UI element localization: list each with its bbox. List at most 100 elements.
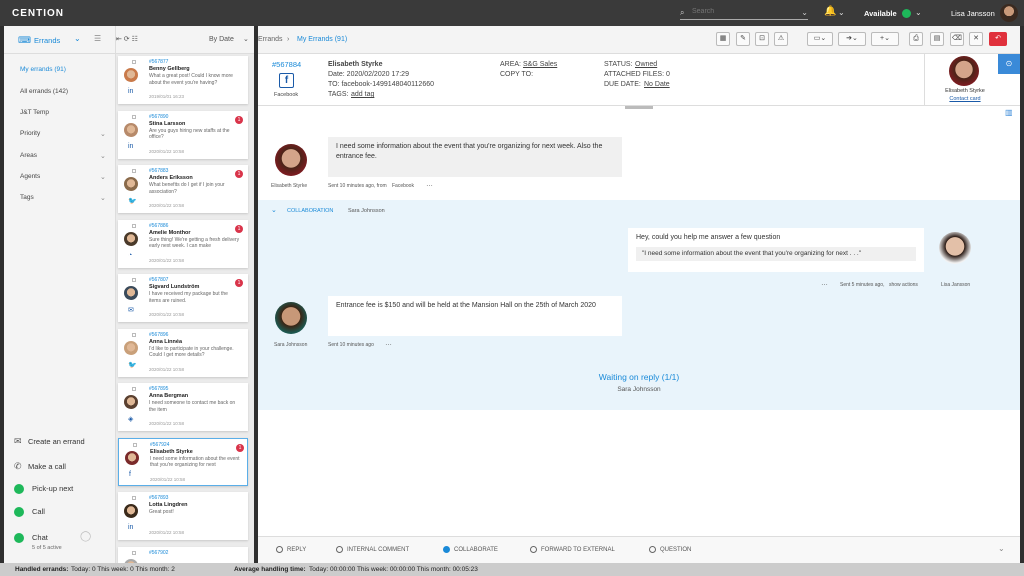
calendar-button[interactable]: ▦ (716, 32, 730, 46)
more-icon[interactable]: … (821, 280, 828, 287)
save-button[interactable]: ▤ (930, 32, 944, 46)
errand-card[interactable]: ✉ #567807 Sigvard Lundström I have received… (118, 274, 248, 322)
return-button[interactable]: ↶ (989, 32, 1007, 46)
errand-card[interactable]: in #567893 Lotta Lingdren Great post! 2020/0… (118, 492, 248, 540)
card-id[interactable]: #567895 (149, 386, 168, 392)
forward-button[interactable]: ➔⌄ (838, 32, 866, 46)
chevron-down-icon[interactable]: ⌄ (271, 206, 277, 214)
show-actions-link[interactable]: show actions (889, 282, 918, 288)
forward-external-option[interactable]: FORWARD TO EXTERNAL (530, 546, 615, 553)
card-id[interactable]: #567886 (149, 223, 168, 229)
nav-item-priority[interactable]: Priority (20, 130, 40, 137)
global-search[interactable]: ⌕ ⌄ (680, 6, 808, 20)
side-panel-icon[interactable]: ⊙ (998, 54, 1020, 74)
user-avatar[interactable] (1000, 4, 1018, 22)
pin-button[interactable]: ✎ (736, 32, 750, 46)
chevron-down-icon[interactable]: ⌄ (998, 544, 1005, 553)
nav-item-all-errands[interactable]: All errands (142) (20, 88, 68, 95)
breadcrumb-current[interactable]: My Errands (91) (297, 36, 347, 43)
chevron-down-icon[interactable]: ⌄ (74, 34, 81, 43)
chat-bubble-icon[interactable]: ◯ (80, 531, 91, 542)
nav-item-areas[interactable]: Areas (20, 152, 37, 159)
search-input[interactable] (692, 8, 782, 15)
radio-icon[interactable] (276, 546, 283, 553)
lock-button[interactable]: ⊡ (755, 32, 769, 46)
card-id[interactable]: #567924 (150, 442, 169, 448)
add-tag-link[interactable]: add tag (351, 90, 374, 100)
create-errand-button[interactable]: ✉ Create an errand (14, 436, 85, 447)
select-checkbox[interactable] (132, 169, 136, 173)
chevron-down-icon[interactable]: ⌄ (100, 194, 106, 202)
area-link[interactable]: S&G Sales (523, 60, 557, 70)
select-checkbox[interactable] (132, 114, 136, 119)
chevron-down-icon[interactable]: ⌄ (243, 35, 249, 43)
list-tool-icons[interactable]: ⇤ ⟳ ☷ (116, 35, 138, 43)
toggle-indicator[interactable] (14, 533, 24, 544)
select-checkbox[interactable] (132, 60, 136, 64)
breadcrumb-root[interactable]: Errands (258, 36, 283, 43)
card-id[interactable]: #567890 (149, 114, 168, 120)
warning-button[interactable]: ⚠ (774, 32, 788, 46)
more-icon[interactable]: … (385, 340, 392, 347)
radio-icon[interactable] (336, 546, 343, 553)
radio-icon[interactable] (443, 546, 450, 553)
close-button[interactable]: ✕ (969, 32, 983, 46)
availability-dot[interactable] (902, 9, 911, 18)
nav-title[interactable]: Errands (34, 36, 60, 45)
user-name[interactable]: Lisa Jansson (951, 9, 995, 18)
card-id[interactable]: #567877 (149, 59, 168, 65)
chevron-down-icon[interactable]: ⌄ (100, 130, 106, 138)
contact-card-link[interactable]: Contact card (925, 96, 1005, 102)
errand-card[interactable]: in #567890 Stina Larsson Are you guys hirin… (118, 110, 248, 159)
reply-option[interactable]: REPLY (276, 546, 306, 553)
sort-select[interactable]: By Date (209, 36, 234, 43)
question-option[interactable]: QUESTION (649, 546, 691, 553)
availability-status[interactable]: Available (864, 9, 897, 18)
nav-item-tags[interactable]: Tags (20, 194, 34, 201)
radio-icon[interactable] (649, 546, 656, 553)
chevron-down-icon[interactable]: ⌄ (100, 152, 106, 160)
card-id[interactable]: #567893 (149, 495, 168, 501)
toggle-indicator[interactable] (14, 484, 24, 495)
card-id[interactable]: #567896 (149, 332, 168, 338)
agent-button[interactable]: +⌄ (871, 32, 899, 46)
errand-card[interactable]: #567902 (118, 546, 248, 563)
nav-item-my-errands[interactable]: My errands (91) (20, 66, 66, 73)
errand-card[interactable]: ◈ #567895 Anna Bergman I need someone to co… (118, 383, 248, 431)
toggle-indicator[interactable] (14, 507, 24, 518)
chevron-down-icon[interactable]: ⌄ (838, 8, 845, 17)
errand-card[interactable]: in #567877 Benny Gellberg What a great post… (118, 56, 248, 104)
make-call-button[interactable]: ✆ Make a call (14, 461, 66, 472)
errand-card[interactable]: 🐦 #567896 Anna Linnéa I'd like to participa… (118, 328, 248, 377)
internal-comment-option[interactable]: INTERNAL COMMENT (336, 546, 409, 553)
pickup-next-toggle[interactable]: Pick-up next (14, 484, 73, 495)
chevron-down-icon[interactable]: ⌄ (100, 173, 106, 181)
collaboration-label[interactable]: COLLABORATION (287, 208, 333, 214)
radio-icon[interactable] (530, 546, 537, 553)
card-id[interactable]: #567883 (149, 168, 168, 174)
menu-icon[interactable]: ☰ (94, 34, 101, 43)
due-date-link[interactable]: No Date (644, 80, 670, 90)
call-toggle[interactable]: Call (14, 507, 45, 518)
select-checkbox[interactable] (132, 278, 136, 282)
chevron-down-icon[interactable]: ⌄ (915, 8, 922, 17)
select-checkbox[interactable] (132, 332, 136, 337)
errand-card[interactable]: f #567924 Elisabeth Styrke I need some info… (118, 437, 248, 486)
expand-panel-icon[interactable]: ▥ (1005, 108, 1013, 117)
errand-id[interactable]: #567884 (272, 60, 301, 70)
select-checkbox[interactable] (132, 496, 136, 500)
delete-button[interactable]: ⌫ (950, 32, 964, 46)
folder-button[interactable]: ▭⌄ (807, 32, 833, 46)
errand-card[interactable]: ◔ #567886 Amelie Monthor Sure thing! We're … (118, 219, 248, 268)
select-checkbox[interactable] (132, 387, 136, 391)
status-value[interactable]: Owned (635, 60, 657, 70)
chat-toggle[interactable]: Chat (14, 533, 48, 544)
select-checkbox[interactable] (133, 442, 137, 447)
nav-item-agents[interactable]: Agents (20, 173, 40, 180)
select-checkbox[interactable] (132, 550, 136, 555)
print-button[interactable]: ⎙ (909, 32, 923, 46)
bell-icon[interactable]: 🔔 (824, 6, 836, 17)
source-link[interactable]: Facebook (392, 183, 414, 189)
chevron-down-icon[interactable]: ⌄ (801, 8, 808, 17)
errand-card[interactable]: 🐦 #567883 Anders Eriksson What benefits do … (118, 165, 248, 213)
